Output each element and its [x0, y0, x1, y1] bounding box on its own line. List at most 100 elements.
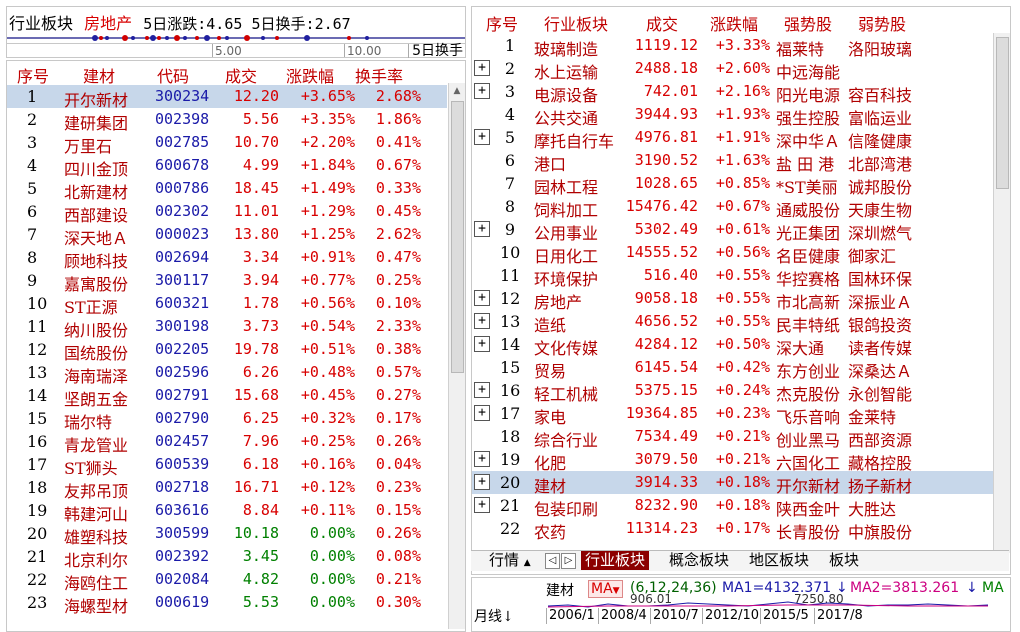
tab-region[interactable]: 地区板块	[745, 551, 813, 570]
stock-row[interactable]: 10 ST正源 600321 1.78 +0.56% 0.10%	[7, 292, 447, 317]
sector-row[interactable]: 1 玻璃制造 1119.12 +3.33% 福莱特 洛阳玻璃	[472, 34, 994, 59]
distribution-dot	[365, 36, 369, 40]
stock-row[interactable]: 1 开尔新材 300234 12.20 +3.65% 2.68%	[7, 85, 447, 110]
stock-row[interactable]: 2 建研集团 002398 5.56 +3.35% 1.86%	[7, 108, 447, 133]
tab-industry[interactable]: 行业板块	[581, 551, 650, 570]
stock-row[interactable]: 17 ST狮头 600539 6.18 +0.16% 0.04%	[7, 453, 447, 478]
sector-row[interactable]: 8 饲料加工 15476.42 +0.67% 通威股份 天康生物	[472, 195, 994, 220]
expand-plus-icon[interactable]: +	[474, 83, 490, 99]
sector-row[interactable]: 15 贸易 6145.54 +0.42% 东方创业 深桑达Ａ	[472, 356, 994, 381]
tab-concept[interactable]: 概念板块	[665, 551, 733, 570]
expand-plus-icon[interactable]: +	[474, 60, 490, 76]
sector-row[interactable]: +2 水上运输 2488.18 +2.60% 中远海能	[472, 57, 994, 82]
sector-table-scrollbar[interactable]	[993, 33, 1010, 553]
stock-turnover: 0.17%	[375, 409, 421, 427]
stock-row[interactable]: 3 万里石 002785 10.70 +2.20% 0.41%	[7, 131, 447, 156]
sector-row[interactable]: 4 公共交通 3944.93 +1.93% 强生控股 富临运业	[472, 103, 994, 128]
expand-plus-icon[interactable]: +	[474, 221, 490, 237]
expand-plus-icon[interactable]: +	[474, 129, 490, 145]
col-header-sector[interactable]: 行业板块	[544, 11, 608, 35]
stock-row[interactable]: 14 坚朗五金 002791 15.68 +0.45% 0.27%	[7, 384, 447, 409]
stock-change-pct: +3.65%	[300, 87, 355, 105]
col-header-weak[interactable]: 弱势股	[858, 11, 906, 35]
stock-row[interactable]: 4 四川金顶 600678 4.99 +1.84% 0.67%	[7, 154, 447, 179]
tab-next-icon[interactable]: ▷	[561, 553, 576, 569]
stock-row[interactable]: 19 韩建河山 603616 8.84 +0.11% 0.15%	[7, 499, 447, 524]
stock-row[interactable]: 20 雄塑科技 300599 10.18 0.00% 0.26%	[7, 522, 447, 547]
expand-plus-icon[interactable]: +	[474, 497, 490, 513]
sector-distribution-sparkline	[7, 35, 465, 41]
stock-row[interactable]: 15 瑞尔特 002790 6.25 +0.32% 0.17%	[7, 407, 447, 432]
col-header-turnover[interactable]: 换手率	[355, 63, 403, 87]
sector-row[interactable]: 11 环境保护 516.40 +0.55% 华控赛格 国林环保	[472, 264, 994, 289]
stock-price: 3.45	[242, 547, 279, 565]
sector-row[interactable]: +16 轻工机械 5375.15 +0.24% 杰克股份 永创智能	[472, 379, 994, 404]
axis-right-label[interactable]: 5日换手	[408, 44, 463, 58]
expand-plus-icon[interactable]: +	[474, 474, 490, 490]
weak-stock[interactable]: 中旗股份	[848, 519, 920, 543]
sector-row[interactable]: +20 建材 3914.33 +0.18% 开尔新材 扬子新材	[472, 471, 994, 496]
col-header-code[interactable]: 代码	[157, 63, 189, 87]
expand-plus-icon[interactable]: +	[474, 313, 490, 329]
stock-name[interactable]: 海螺型材	[64, 593, 128, 617]
stock-row[interactable]: 13 海南瑞泽 002596 6.26 +0.48% 0.57%	[7, 361, 447, 386]
stock-turnover: 0.67%	[375, 156, 421, 174]
sector-row[interactable]: +17 家电 19364.85 +0.23% 飞乐音响 金莱特	[472, 402, 994, 427]
sector-name[interactable]: 农药	[534, 519, 566, 543]
stock-row[interactable]: 9 嘉寓股份 300117 3.94 +0.77% 0.25%	[7, 269, 447, 294]
expand-plus-icon[interactable]: +	[474, 290, 490, 306]
tab-prev-icon[interactable]: ◁	[545, 553, 560, 569]
col-header-volume[interactable]: 成交	[646, 11, 678, 35]
tab-quote[interactable]: 行情 ▲	[485, 551, 535, 570]
period-selector[interactable]: 月线↓	[474, 606, 514, 626]
scroll-up-icon[interactable]: ▲	[451, 85, 463, 97]
sector-row[interactable]: 10 日用化工 14555.52 +0.56% 名臣健康 御家汇	[472, 241, 994, 266]
sector-row[interactable]: +14 文化传媒 4284.12 +0.50% 深大通 读者传媒	[472, 333, 994, 358]
expand-plus-icon[interactable]: +	[474, 382, 490, 398]
stock-row[interactable]: 16 青龙管业 002457 7.96 +0.25% 0.26%	[7, 430, 447, 455]
sector-row[interactable]: +9 公用事业 5302.49 +0.61% 光正集团 深圳燃气	[472, 218, 994, 243]
scrollbar-thumb[interactable]	[451, 101, 464, 373]
scrollbar-thumb[interactable]	[996, 37, 1009, 189]
strong-stock[interactable]: 长青股份	[776, 519, 846, 543]
row-number: 20	[500, 473, 521, 492]
stock-change-pct: 0.00%	[309, 524, 355, 542]
expand-plus-icon[interactable]: +	[474, 336, 490, 352]
expand-plus-icon[interactable]: +	[474, 451, 490, 467]
stock-row[interactable]: 6 西部建设 002302 11.01 +1.29% 0.45%	[7, 200, 447, 225]
sector-name[interactable]: 房地产	[84, 14, 132, 33]
stock-row[interactable]: 23 海螺型材 000619 5.53 0.00% 0.30%	[7, 591, 447, 617]
col-header-no[interactable]: 序号	[17, 63, 49, 87]
sector-row[interactable]: +21 包装印刷 8232.90 +0.18% 陕西金叶 大胜达	[472, 494, 994, 519]
stock-row[interactable]: 5 北新建材 000786 18.45 +1.49% 0.33%	[7, 177, 447, 202]
sector-row[interactable]: 7 园林工程 1028.65 +0.85% *ST美丽 诚邦股份	[472, 172, 994, 197]
col-header-change[interactable]: 涨跌幅	[710, 11, 758, 35]
sector-row[interactable]: +19 化肥 3079.50 +0.21% 六国化工 藏格控股	[472, 448, 994, 473]
sector-change-pct: +0.18%	[715, 473, 770, 491]
stock-row[interactable]: 8 顾地科技 002694 3.34 +0.91% 0.47%	[7, 246, 447, 271]
col-header-no[interactable]: 序号	[486, 11, 518, 35]
stock-price: 3.94	[242, 271, 279, 289]
sector-row[interactable]: 6 港口 3190.52 +1.63% 盐 田 港北部湾港	[472, 149, 994, 174]
sector-row[interactable]: +3 电源设备 742.01 +2.16% 阳光电源 容百科技	[472, 80, 994, 105]
sector-row[interactable]: +12 房地产 9058.18 +0.55% 市北高新 深振业Ａ	[472, 287, 994, 312]
stock-row[interactable]: 7 深天地Ａ 000023 13.80 +1.25% 2.62%	[7, 223, 447, 248]
stock-row[interactable]: 11 纳川股份 300198 3.73 +0.54% 2.33%	[7, 315, 447, 340]
distribution-dot	[131, 36, 135, 40]
tab-more[interactable]: 板块	[825, 551, 863, 570]
sector-row[interactable]: +5 摩托自行车 4976.81 +1.91% 深中华Ａ 信隆健康	[472, 126, 994, 151]
sector-row[interactable]: 18 综合行业 7534.49 +0.21% 创业黑马 西部资源	[472, 425, 994, 450]
stock-change-pct: 0.00%	[309, 547, 355, 565]
col-header-price[interactable]: 成交	[225, 63, 257, 87]
stock-row[interactable]: 18 友邦吊顶 002718 16.71 +0.12% 0.23%	[7, 476, 447, 501]
stock-row[interactable]: 22 海鸥住工 002084 4.82 0.00% 0.21%	[7, 568, 447, 593]
col-header-strong[interactable]: 强势股	[784, 11, 832, 35]
expand-plus-icon[interactable]: +	[474, 405, 490, 421]
stock-row[interactable]: 21 北京利尔 002392 3.45 0.00% 0.08%	[7, 545, 447, 570]
col-header-change[interactable]: 涨跌幅	[286, 63, 334, 87]
sector-row[interactable]: +13 造纸 4656.52 +0.55% 民丰特纸 银鸽投资	[472, 310, 994, 335]
col-header-sector[interactable]: 建材	[83, 63, 115, 87]
sector-row[interactable]: 22 农药 11314.23 +0.17% 长青股份 中旗股份	[472, 517, 994, 543]
stock-list-scrollbar[interactable]: ▲	[448, 83, 465, 629]
stock-row[interactable]: 12 国统股份 002205 19.78 +0.51% 0.38%	[7, 338, 447, 363]
